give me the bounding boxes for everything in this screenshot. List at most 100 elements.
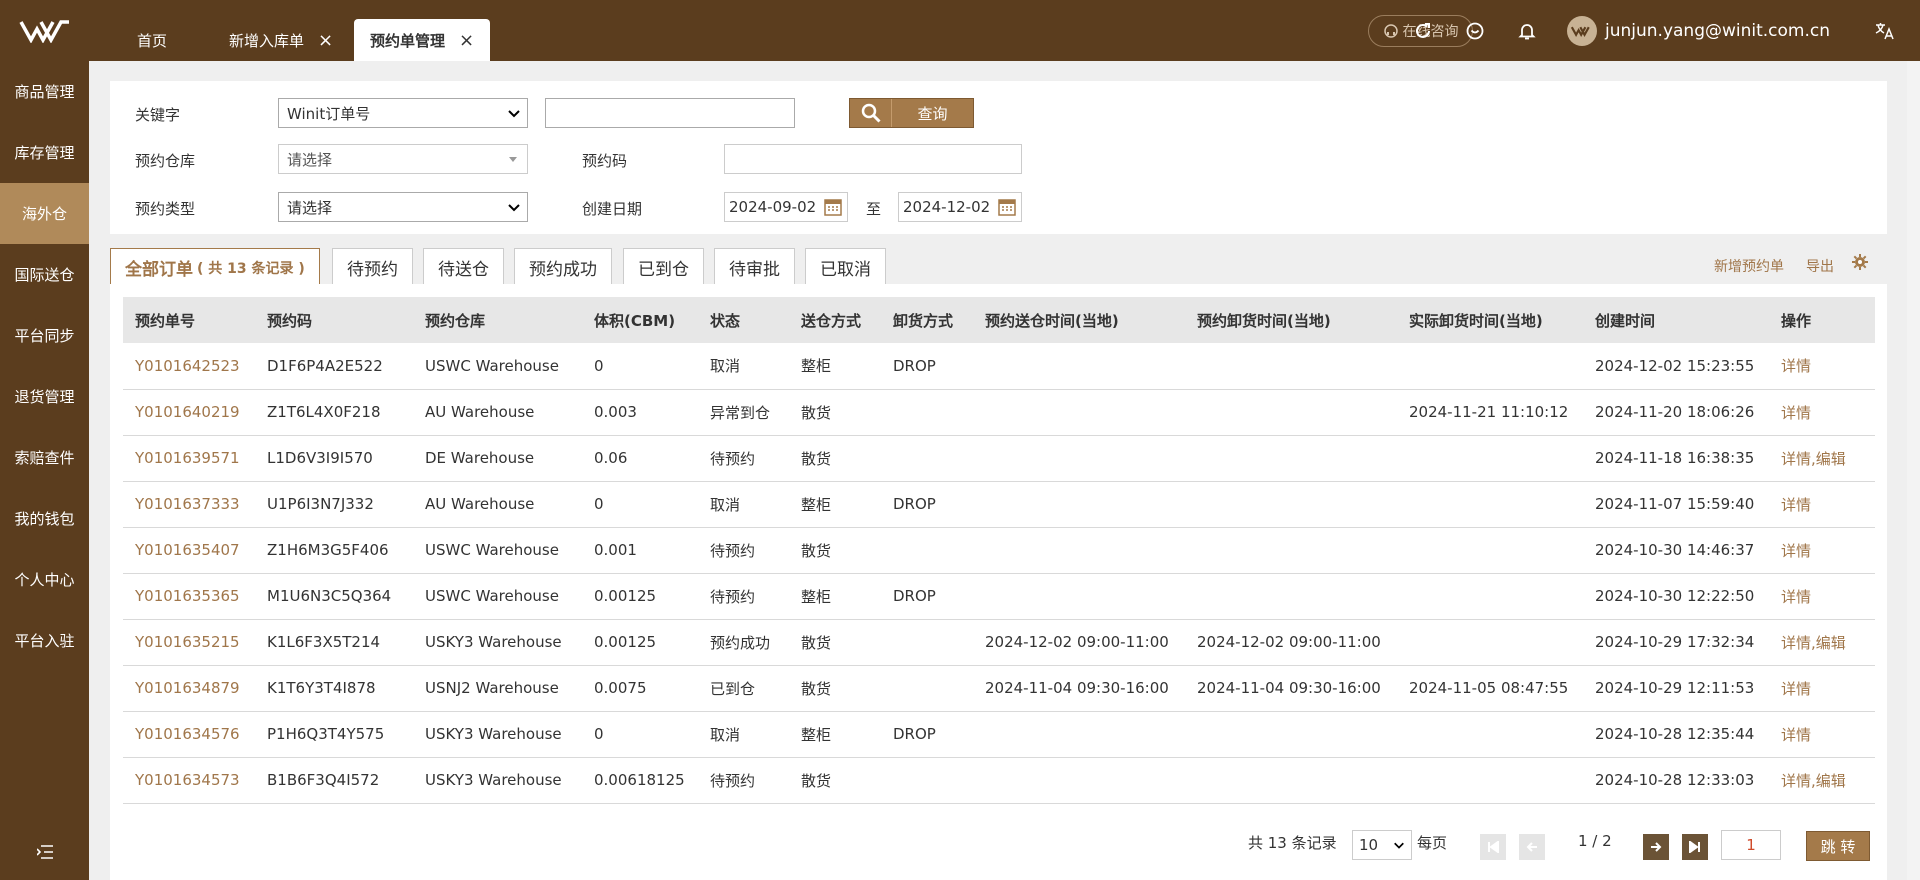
cell-status: 待预约	[698, 527, 789, 574]
order-number-link[interactable]: Y0101640219	[123, 389, 255, 436]
prev-page-button[interactable]	[1519, 834, 1545, 860]
tab-pending-approval[interactable]: 待审批	[714, 248, 795, 286]
chevron-down-icon	[1394, 842, 1404, 849]
warehouse-select[interactable]: 请选择	[278, 144, 528, 174]
settings-gear-icon[interactable]	[1852, 254, 1868, 274]
collapse-menu-icon[interactable]	[0, 832, 89, 872]
jump-button[interactable]: 跳 转	[1806, 831, 1870, 861]
export-link[interactable]: 导出	[1806, 256, 1834, 276]
order-number-link[interactable]: Y0101635407	[123, 527, 255, 574]
winit-logo[interactable]	[0, 0, 89, 61]
detail-link[interactable]: 详情	[1781, 450, 1811, 468]
order-number-link[interactable]: Y0101639571	[123, 435, 255, 482]
detail-link[interactable]: 详情	[1781, 357, 1811, 375]
order-number-link[interactable]: Y0101635215	[123, 619, 255, 666]
cell-t2	[1185, 435, 1397, 482]
type-select[interactable]: 请选择	[278, 192, 528, 222]
cell-created: 2024-10-28 12:33:03	[1583, 757, 1769, 804]
add-appointment-link[interactable]: 新增预约单	[1714, 256, 1784, 276]
cell-actions: 详情	[1769, 711, 1875, 758]
edit-link[interactable]: ,编辑	[1811, 634, 1846, 652]
date-label: 创建日期	[582, 200, 643, 218]
cell-code: P1H6Q3T4Y575	[255, 711, 413, 758]
tab-appointment-success[interactable]: 预约成功	[514, 248, 612, 286]
feedback-icon[interactable]	[1464, 20, 1486, 42]
next-page-button[interactable]	[1643, 834, 1669, 860]
page-size-select[interactable]: 10	[1352, 830, 1412, 860]
tab-cancelled[interactable]: 已取消	[805, 248, 886, 286]
sidebar-item[interactable]: 商品管理	[0, 61, 89, 122]
sidebar-item-label: 海外仓	[21, 205, 67, 223]
cell-vol: 0.001	[582, 527, 698, 574]
order-number-link[interactable]: Y0101634879	[123, 665, 255, 712]
detail-link[interactable]: 详情	[1781, 680, 1811, 698]
detail-link[interactable]: 详情	[1781, 542, 1811, 560]
first-page-button[interactable]	[1480, 834, 1506, 860]
tab-pending-delivery[interactable]: 待送仓	[423, 248, 504, 286]
cell-created: 2024-11-18 16:38:35	[1583, 435, 1769, 482]
detail-link[interactable]: 详情	[1781, 726, 1811, 744]
keyword-input[interactable]	[545, 98, 795, 128]
search-button[interactable]: 查询	[849, 98, 974, 128]
calendar-icon[interactable]	[823, 197, 843, 217]
cell-send: 散货	[789, 389, 881, 436]
cell-status: 待预约	[698, 435, 789, 482]
calendar-icon[interactable]	[997, 197, 1017, 217]
tab-pending-appointment[interactable]: 待预约	[332, 248, 413, 286]
refresh-icon[interactable]	[1412, 20, 1434, 42]
sidebar-item[interactable]: 海外仓	[0, 183, 89, 244]
user-menu[interactable]: junjun.yang@winit.com.cn	[1567, 16, 1830, 46]
cell-status: 异常到仓	[698, 389, 789, 436]
sidebar-item[interactable]: 国际送仓	[0, 244, 89, 305]
column-header: 预约仓库	[413, 297, 582, 343]
detail-link[interactable]: 详情	[1781, 772, 1811, 790]
tab-new-inbound[interactable]: 新增入库单 ×	[229, 19, 333, 61]
sidebar-item[interactable]: 我的钱包	[0, 488, 89, 549]
order-number-link[interactable]: Y0101637333	[123, 481, 255, 528]
bell-icon[interactable]	[1516, 20, 1538, 42]
cell-status: 取消	[698, 711, 789, 758]
sidebar-item[interactable]: 个人中心	[0, 549, 89, 610]
order-number-link[interactable]: Y0101635365	[123, 573, 255, 620]
order-number-link[interactable]: Y0101642523	[123, 343, 255, 390]
cell-wh: AU Warehouse	[413, 389, 582, 436]
cell-unload	[881, 665, 973, 712]
sidebar-item[interactable]: 平台入驻	[0, 610, 89, 671]
close-icon[interactable]: ×	[459, 30, 474, 51]
cell-t3	[1397, 757, 1583, 804]
tab-all-orders[interactable]: 全部订单 ( 共 13 条记录 )	[110, 248, 320, 286]
language-icon[interactable]	[1873, 20, 1895, 42]
tab-home[interactable]: 首页	[137, 19, 167, 61]
detail-link[interactable]: 详情	[1781, 496, 1811, 514]
order-number-link[interactable]: Y0101634573	[123, 757, 255, 804]
sidebar-item[interactable]: 退货管理	[0, 366, 89, 427]
date-from-input[interactable]: 2024-09-02	[724, 192, 848, 222]
cell-created: 2024-11-20 18:06:26	[1583, 389, 1769, 436]
sidebar-item[interactable]: 索赔查件	[0, 427, 89, 488]
sidebar-item[interactable]: 库存管理	[0, 122, 89, 183]
code-input[interactable]	[724, 144, 1022, 174]
table-header: 预约单号 预约码 预约仓库 体积(CBM) 状态 送仓方式 卸货方式 预约送仓时间(当地) 预约…	[123, 297, 1875, 343]
close-icon[interactable]: ×	[318, 30, 333, 51]
order-number-link[interactable]: Y0101634576	[123, 711, 255, 758]
edit-link[interactable]: ,编辑	[1811, 450, 1846, 468]
detail-link[interactable]: 详情	[1781, 634, 1811, 652]
tab-label: 待审批	[729, 259, 780, 280]
tab-appointment-management[interactable]: 预约单管理 ×	[354, 19, 491, 61]
keyword-type-select[interactable]: Winit订单号	[278, 98, 528, 128]
sidebar-item[interactable]: 平台同步	[0, 305, 89, 366]
last-page-button[interactable]	[1682, 834, 1708, 860]
cell-t1	[973, 757, 1185, 804]
scrollbar[interactable]	[1907, 61, 1920, 880]
cell-vol: 0.0075	[582, 665, 698, 712]
table-row: Y0101635407 Z1H6M3G5F406 USWC Warehouse 0.0…	[123, 527, 1875, 574]
detail-link[interactable]: 详情	[1781, 404, 1811, 422]
jump-page-input[interactable]: 1	[1721, 830, 1781, 860]
edit-link[interactable]: ,编辑	[1811, 772, 1846, 790]
table-row: Y0101640219 Z1T6L4X0F218 AU Warehouse 0.003…	[123, 389, 1875, 436]
tab-arrived[interactable]: 已到仓	[623, 248, 704, 286]
warehouse-label: 预约仓库	[135, 152, 196, 170]
sidebar-item-label: 商品管理	[14, 83, 75, 101]
date-to-input[interactable]: 2024-12-02	[898, 192, 1022, 222]
detail-link[interactable]: 详情	[1781, 588, 1811, 606]
